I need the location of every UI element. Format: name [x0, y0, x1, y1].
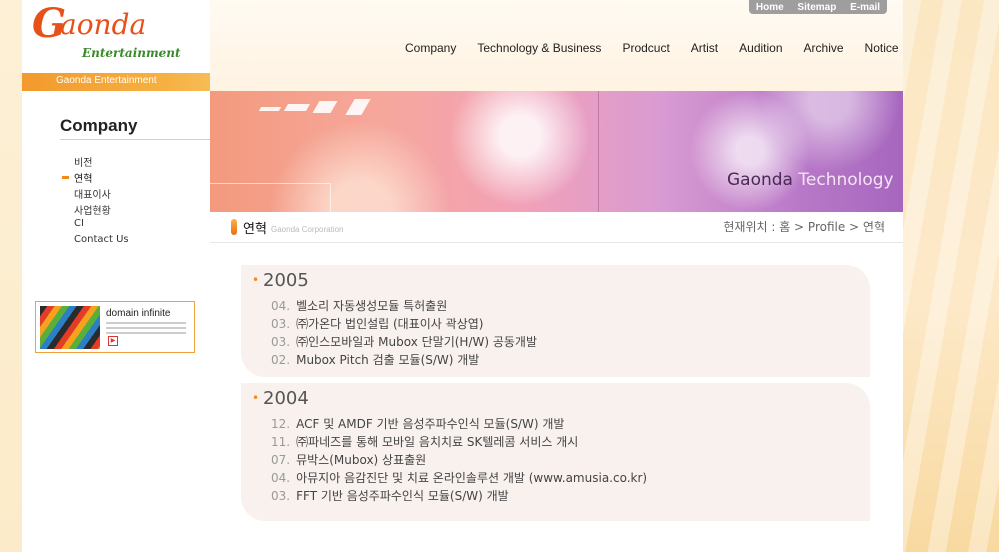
- utility-nav: Home Sitemap E-mail: [749, 0, 887, 14]
- hero-caption-main: Gaonda: [727, 170, 799, 190]
- sidebar-item-contact[interactable]: Contact Us: [74, 234, 129, 250]
- main-nav: Company Technology & Business Prodcuct A…: [405, 41, 920, 55]
- brand-bar-label: Gaonda Entertainment: [56, 75, 157, 86]
- history-event-list: 04. 벨소리 자동생성모듈 특허출원 03. ㈜가온다 법인설립 (대표이사 곽상…: [271, 297, 537, 369]
- sitemap-link[interactable]: Sitemap: [797, 2, 836, 13]
- banner-title: domain infinite: [106, 308, 171, 319]
- history-event: 03. ㈜인스모바일과 Mubox 단말기(H/W) 공동개발: [271, 335, 538, 349]
- history-event: 03. ㈜가온다 법인설립 (대표이사 곽상엽): [271, 317, 484, 331]
- logo-wordmark: aonda: [60, 8, 147, 41]
- breadcrumb: 현재위치 : 홈 > Profile > 연혁: [723, 220, 885, 234]
- sidebar-section-title: Company: [60, 116, 218, 140]
- banner-stripes-image: [40, 306, 100, 349]
- hero-frame-lines: [210, 183, 331, 212]
- history-card-2005: 2005 04.벨소리 자동생성모듈 특허출원 03.㈜가온다 법인설립 (대표…: [241, 265, 870, 377]
- page-title: 연혁: [243, 222, 267, 237]
- sidebar-item-business[interactable]: 사업현황: [74, 202, 129, 218]
- hero-caption: Gaonda Technology: [727, 170, 894, 190]
- logo[interactable]: G aonda Entertainment: [22, 0, 181, 72]
- sidebar-submenu: 비전 연혁 대표이사 사업현황 CI Contact Us: [62, 154, 129, 250]
- nav-company[interactable]: Company: [405, 41, 456, 55]
- main-content: 연혁 Gaonda Corporation 현재위치 : 홈 > Profile…: [210, 212, 903, 552]
- banner-fine-print: [106, 322, 186, 337]
- hero-banner: Gaonda Technology: [210, 91, 903, 212]
- history-event: 04. 아뮤지아 음감진단 및 치료 온라인솔루션 개발 (www.amusia.…: [271, 471, 648, 485]
- email-link[interactable]: E-mail: [850, 2, 880, 13]
- history-event: 12. ACF 및 AMDF 기반 음성주파수인식 모듈(S/W) 개발: [271, 417, 565, 431]
- title-row: 연혁 Gaonda Corporation 현재위치 : 홈 > Profile…: [210, 212, 903, 243]
- nav-product[interactable]: Prodcuct: [622, 41, 669, 55]
- hero-divider: [598, 91, 599, 212]
- hero-caption-soft: Technology: [798, 170, 894, 190]
- nav-archive[interactable]: Archive: [804, 41, 844, 55]
- nav-audition[interactable]: Audition: [739, 41, 782, 55]
- page-title-icon: [231, 219, 237, 235]
- brand-bar: Gaonda Entertainment: [22, 73, 227, 91]
- nav-notice[interactable]: Notice: [865, 41, 899, 55]
- history-year: 2005: [252, 270, 309, 291]
- history-event: 03. FFT 기반 음성주파수인식 모듈(S/W) 개발: [271, 489, 509, 503]
- history-event: 02. Mubox Pitch 검출 모듈(S/W) 개발: [271, 353, 480, 367]
- page-backdrop-right: [903, 0, 999, 552]
- sidebar-item-vision[interactable]: 비전: [74, 154, 129, 170]
- sidebar-item-history[interactable]: 연혁: [62, 170, 129, 186]
- nav-technology-business[interactable]: Technology & Business: [477, 41, 601, 55]
- history-year: 2004: [252, 388, 309, 409]
- domain-infinite-banner[interactable]: domain infinite ▶: [35, 301, 195, 353]
- sidebar-item-ceo[interactable]: 대표이사: [74, 186, 129, 202]
- history-event: 11. ㈜파네즈를 통해 모바일 음치치료 SK텔레콤 서비스 개시: [271, 435, 579, 449]
- page-subtitle: Gaonda Corporation: [271, 225, 344, 234]
- history-event-list: 12. ACF 및 AMDF 기반 음성주파수인식 모듈(S/W) 개발 11. ㈜…: [271, 415, 647, 505]
- history-event: 04. 벨소리 자동생성모듈 특허출원: [271, 299, 448, 313]
- sidebar-item-ci[interactable]: CI: [74, 218, 129, 234]
- history-event: 07. 뮤박스(Mubox) 상표출원: [271, 453, 427, 467]
- nav-artist[interactable]: Artist: [691, 41, 718, 55]
- page-backdrop-left: [0, 0, 22, 552]
- play-icon[interactable]: ▶: [108, 336, 118, 346]
- history-card-2004: 2004 12.ACF 및 AMDF 기반 음성주파수인식 모듈(S/W) 개발…: [241, 383, 870, 521]
- hero-shards-decoration: [258, 99, 371, 121]
- sidebar: G aonda Entertainment Gaonda Entertainme…: [22, 0, 227, 552]
- home-link[interactable]: Home: [756, 2, 784, 13]
- logo-subtitle: Entertainment: [82, 46, 181, 60]
